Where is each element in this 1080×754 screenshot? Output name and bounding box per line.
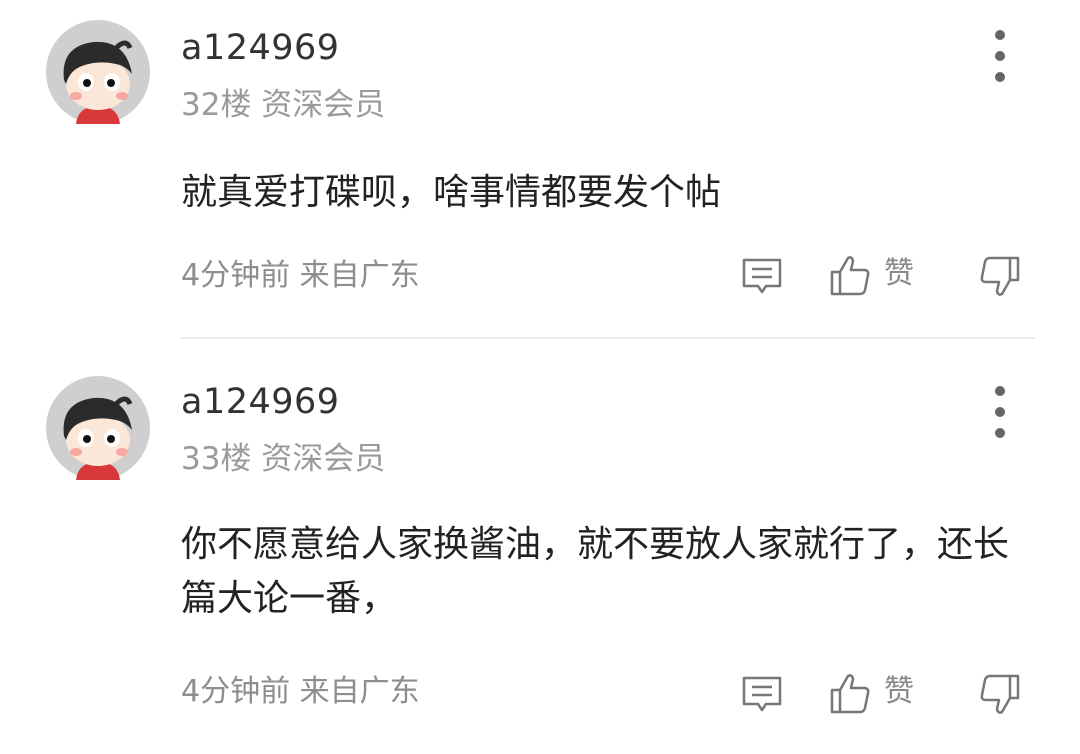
floor-meta: 33楼 资深会员 bbox=[181, 441, 386, 477]
time-location: 4分钟前 来自广东 bbox=[181, 258, 420, 293]
comment-text: 你不愿意给人家换酱油，就不要放人家就行了，还长篇大论一番， bbox=[181, 524, 1010, 619]
thumb-up-icon[interactable] bbox=[828, 672, 872, 716]
more-icon[interactable] bbox=[980, 386, 1020, 438]
like-label[interactable]: 赞 bbox=[884, 256, 914, 292]
reply-icon[interactable] bbox=[740, 254, 784, 298]
thumb-down-icon[interactable] bbox=[978, 254, 1022, 298]
avatar[interactable] bbox=[46, 20, 150, 124]
divider bbox=[180, 337, 1035, 339]
time-location: 4分钟前 来自广东 bbox=[181, 674, 420, 709]
floor-meta: 32楼 资深会员 bbox=[181, 87, 386, 123]
username[interactable]: a124969 bbox=[181, 382, 340, 422]
reply-icon[interactable] bbox=[740, 672, 784, 716]
like-label[interactable]: 赞 bbox=[884, 674, 914, 710]
comment-text: 就真爱打碟呗，啥事情都要发个帖 bbox=[181, 172, 722, 213]
thumb-down-icon[interactable] bbox=[978, 672, 1022, 716]
more-icon[interactable] bbox=[980, 30, 1020, 82]
comment-item: a124969 32楼 资深会员 就真爱打碟呗，啥事情都要发个帖 4分钟前 来自… bbox=[0, 0, 1080, 338]
avatar[interactable] bbox=[46, 376, 150, 480]
comment-item: a124969 33楼 资深会员 你不愿意给人家换酱油，就不要放人家就行了，还长… bbox=[0, 340, 1080, 754]
thumb-up-icon[interactable] bbox=[828, 254, 872, 298]
username[interactable]: a124969 bbox=[181, 28, 340, 68]
